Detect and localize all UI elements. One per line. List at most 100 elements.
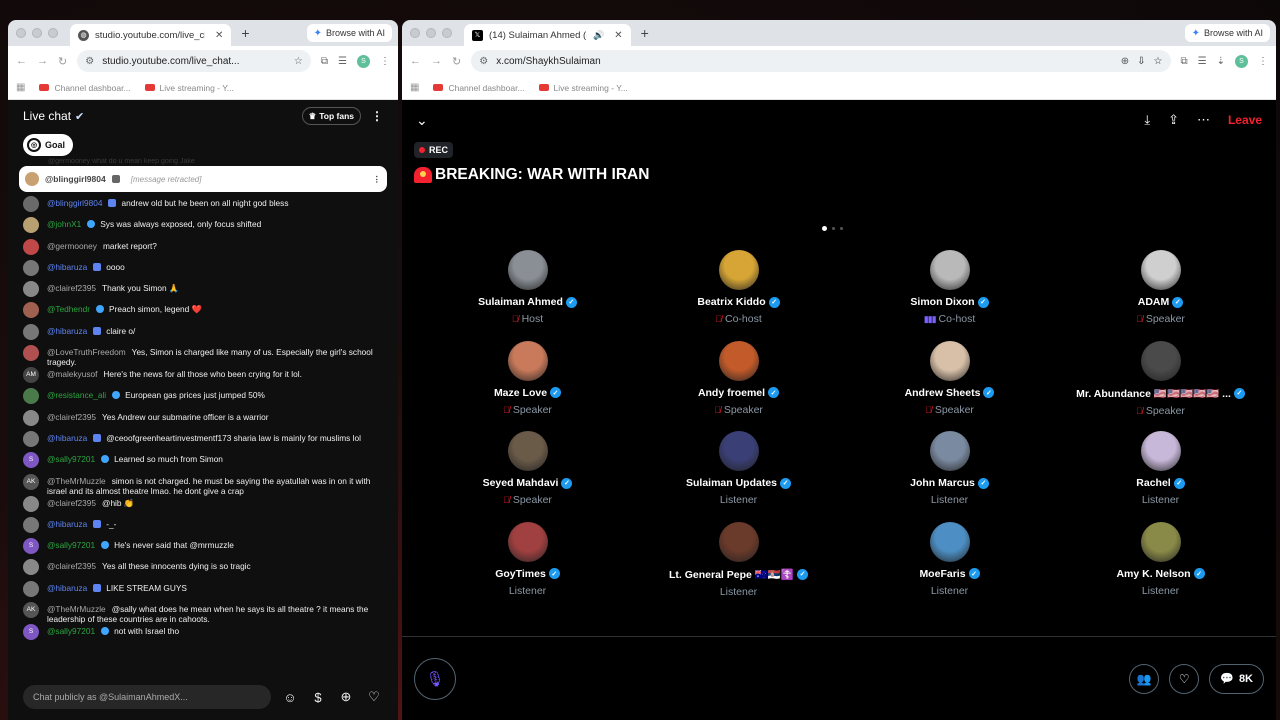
participant[interactable]: Beatrix Kiddo ✓ 🎙̸ Co-host <box>633 250 844 341</box>
traffic-lights[interactable] <box>16 28 58 38</box>
bookmark-live-streaming[interactable]: Live streaming - Y... <box>144 83 234 93</box>
close-tab-icon[interactable]: ✕ <box>614 30 622 41</box>
chat-message[interactable]: @hibaruza LIKE STREAM GUYS <box>23 580 383 602</box>
participant[interactable]: Sulaiman Ahmed ✓ 🎙̸ Host <box>422 250 633 341</box>
close-tab-icon[interactable]: ✕ <box>215 30 223 41</box>
speaker-icon[interactable]: 🔊 <box>593 30 604 41</box>
message-author[interactable]: @sally97201 <box>47 540 95 550</box>
message-author[interactable]: @hibaruza <box>47 519 87 529</box>
message-menu-icon[interactable]: ⋮ <box>373 174 382 185</box>
chat-message[interactable]: @resistance_ali European gas prices just … <box>23 388 383 409</box>
message-author[interactable]: @clairef2395 <box>47 561 96 571</box>
bookmark-channel-dashboard[interactable]: Channel dashboar... <box>433 83 525 93</box>
address-bar[interactable]: ⚙ x.com/ShaykhSulaiman ⊕ ⇩ ☆ <box>471 50 1171 72</box>
bookmark-live-streaming[interactable]: Live streaming - Y... <box>538 83 628 93</box>
tab-active[interactable]: 𝕏 (14) Sulaiman Ahmed (@S 🔊 ✕ <box>464 24 631 46</box>
chat-message[interactable]: @hibaruza claire o/ <box>23 323 383 345</box>
more-icon[interactable]: ⋯ <box>1197 112 1210 128</box>
tab-search-icon[interactable]: ⧉ <box>1181 56 1188 67</box>
participant[interactable]: Lt. General Pepe 🇦🇺🇷🇸☦️ ✓ Listener <box>633 521 844 613</box>
profile-avatar[interactable]: S <box>357 54 370 68</box>
participant[interactable]: Rachel ✓ Listener <box>1055 431 1266 522</box>
page-indicator[interactable] <box>822 226 843 231</box>
comments-button[interactable]: 💬 8K <box>1209 663 1264 694</box>
people-button[interactable]: 👥 <box>1129 663 1160 694</box>
downloads-icon[interactable]: ⇣ <box>1217 56 1225 67</box>
participant[interactable]: Seyed Mahdavi ✓ 🎙̸ Speaker <box>422 431 633 522</box>
message-author[interactable]: @sally97201 <box>47 454 95 464</box>
message-author[interactable]: @sally97201 <box>47 626 95 636</box>
chat-message[interactable]: @hibaruza @ceoofgreenheartinvestmentf173 … <box>23 430 383 452</box>
chat-message[interactable]: S @sally97201 He's never said that @mrmuzz… <box>23 538 383 559</box>
participant[interactable]: Andrew Sheets ✓ 🎙̸ Speaker <box>844 340 1055 432</box>
message-author[interactable]: @hibaruza <box>47 433 87 443</box>
chat-message[interactable]: @clairef2395 Yes Andrew our submarine off… <box>23 409 383 431</box>
message-author[interactable]: @resistance_ali <box>47 390 106 400</box>
super-chat-icon[interactable]: $ <box>309 688 327 706</box>
browse-with-ai-button[interactable]: ✦ Browse with AI <box>1184 24 1270 42</box>
participant[interactable]: MoeFaris ✓ Listener <box>844 521 1055 613</box>
chat-message[interactable]: @clairef2395 @hib 👏 <box>23 495 383 517</box>
back-icon[interactable]: ← <box>16 55 27 67</box>
pinned-message[interactable]: @blinggirl9804 [message retracted] ⋮ <box>19 166 387 192</box>
site-info-icon[interactable]: ⚙ <box>85 56 94 67</box>
participant[interactable]: Sulaiman Updates ✓ Listener <box>633 431 844 522</box>
message-author[interactable]: @blinggirl9804 <box>47 198 102 208</box>
chat-message[interactable]: @johnX1 Sys was always exposed, only focu… <box>23 217 383 238</box>
chat-message[interactable]: S @sally97201 Learned so much from Simon <box>23 452 383 473</box>
chat-message[interactable]: @LoveTruthFreedom Yes, Simon is charged l… <box>23 345 383 367</box>
top-fans-button[interactable]: ♛ Top fans <box>301 107 361 125</box>
participant[interactable]: Mr. Abundance 🇺🇸🇺🇸🇺🇸🇺🇸🇺🇸 ... ✓ 🎙̸ Speaker <box>1055 340 1266 432</box>
share-icon[interactable]: ⇪ <box>1168 112 1179 128</box>
chat-message[interactable]: @germooney market report? <box>23 238 383 260</box>
chat-message[interactable]: AM @malekyusof Here's the news for all tho… <box>23 367 383 388</box>
message-author[interactable]: @TheMrMuzzle <box>47 476 106 486</box>
goal-button[interactable]: ◎ Goal <box>23 134 74 156</box>
bookmark-star-icon[interactable]: ☆ <box>294 56 303 67</box>
message-author[interactable]: @Tedhendr <box>47 304 90 314</box>
chat-message[interactable]: @hibaruza -_- <box>23 516 383 538</box>
browse-with-ai-button[interactable]: ✦ Browse with AI <box>306 24 392 42</box>
message-author[interactable]: @clairef2395 <box>47 498 96 508</box>
message-author[interactable]: @clairef2395 <box>47 283 96 293</box>
chat-message[interactable]: @clairef2395 Thank you Simon 🙏 <box>23 281 383 302</box>
bookmark-channel-dashboard[interactable]: Channel dashboar... <box>39 83 131 93</box>
message-author[interactable]: @LoveTruthFreedom <box>47 347 126 357</box>
install-icon[interactable]: ⇩ <box>1137 56 1145 67</box>
message-author[interactable]: @hibaruza <box>47 262 87 272</box>
participant[interactable]: ADAM ✓ 🎙̸ Speaker <box>1055 250 1266 341</box>
menu-icon[interactable]: ⋮ <box>1258 56 1268 67</box>
leave-button[interactable]: Leave <box>1228 113 1262 127</box>
reload-icon[interactable]: ↻ <box>58 55 67 68</box>
message-author[interactable]: @hibaruza <box>47 583 87 593</box>
new-tab-button[interactable]: + <box>241 25 249 41</box>
forward-icon[interactable]: → <box>37 55 48 67</box>
message-author[interactable]: @clairef2395 <box>47 412 96 422</box>
participant[interactable]: Maze Love ✓ 🎙̸ Speaker <box>422 340 633 432</box>
apps-grid-icon[interactable]: ▦ <box>410 82 419 93</box>
participant[interactable]: Simon Dixon ✓ ▮▮▮ Co-host <box>844 250 1055 341</box>
traffic-lights[interactable] <box>410 28 452 38</box>
chat-message[interactable]: @Tedhendr Preach simon, legend ❤️ <box>23 302 383 323</box>
participant[interactable]: Amy K. Nelson ✓ Listener <box>1055 521 1266 613</box>
profile-avatar[interactable]: S <box>1235 54 1248 68</box>
reload-icon[interactable]: ↻ <box>452 55 461 68</box>
chat-message[interactable]: @clairef2395 Yes all these innocents dyin… <box>23 559 383 580</box>
chat-menu-icon[interactable]: ⋮ <box>371 109 383 123</box>
bookmark-star-icon[interactable]: ☆ <box>1154 56 1163 67</box>
participant[interactable]: GoyTimes ✓ Listener <box>422 521 633 613</box>
participant[interactable]: Andy froemel ✓ 🎙̸ Speaker <box>633 340 844 432</box>
add-reaction-icon[interactable]: ⊕ <box>337 688 355 706</box>
microphone-button[interactable]: 🎙 <box>414 657 456 700</box>
emoji-icon[interactable]: ☺ <box>281 688 299 706</box>
chat-message[interactable]: AK @TheMrMuzzle simon is not charged. he m… <box>23 473 383 496</box>
zoom-icon[interactable]: ⊕ <box>1121 56 1129 67</box>
message-author[interactable]: @hibaruza <box>47 326 87 336</box>
tab-search-icon[interactable]: ⧉ <box>321 56 328 67</box>
message-author[interactable]: @TheMrMuzzle <box>47 604 106 614</box>
tab-active[interactable]: ◍ studio.youtube.com/live_chat ✕ <box>70 24 232 46</box>
menu-icon[interactable]: ⋮ <box>380 56 390 67</box>
message-author[interactable]: @johnX1 <box>47 219 81 229</box>
chat-message[interactable]: @blinggirl9804 andrew old but he been on … <box>23 196 383 217</box>
minimize-dock-icon[interactable]: ⤓ <box>1144 112 1150 128</box>
